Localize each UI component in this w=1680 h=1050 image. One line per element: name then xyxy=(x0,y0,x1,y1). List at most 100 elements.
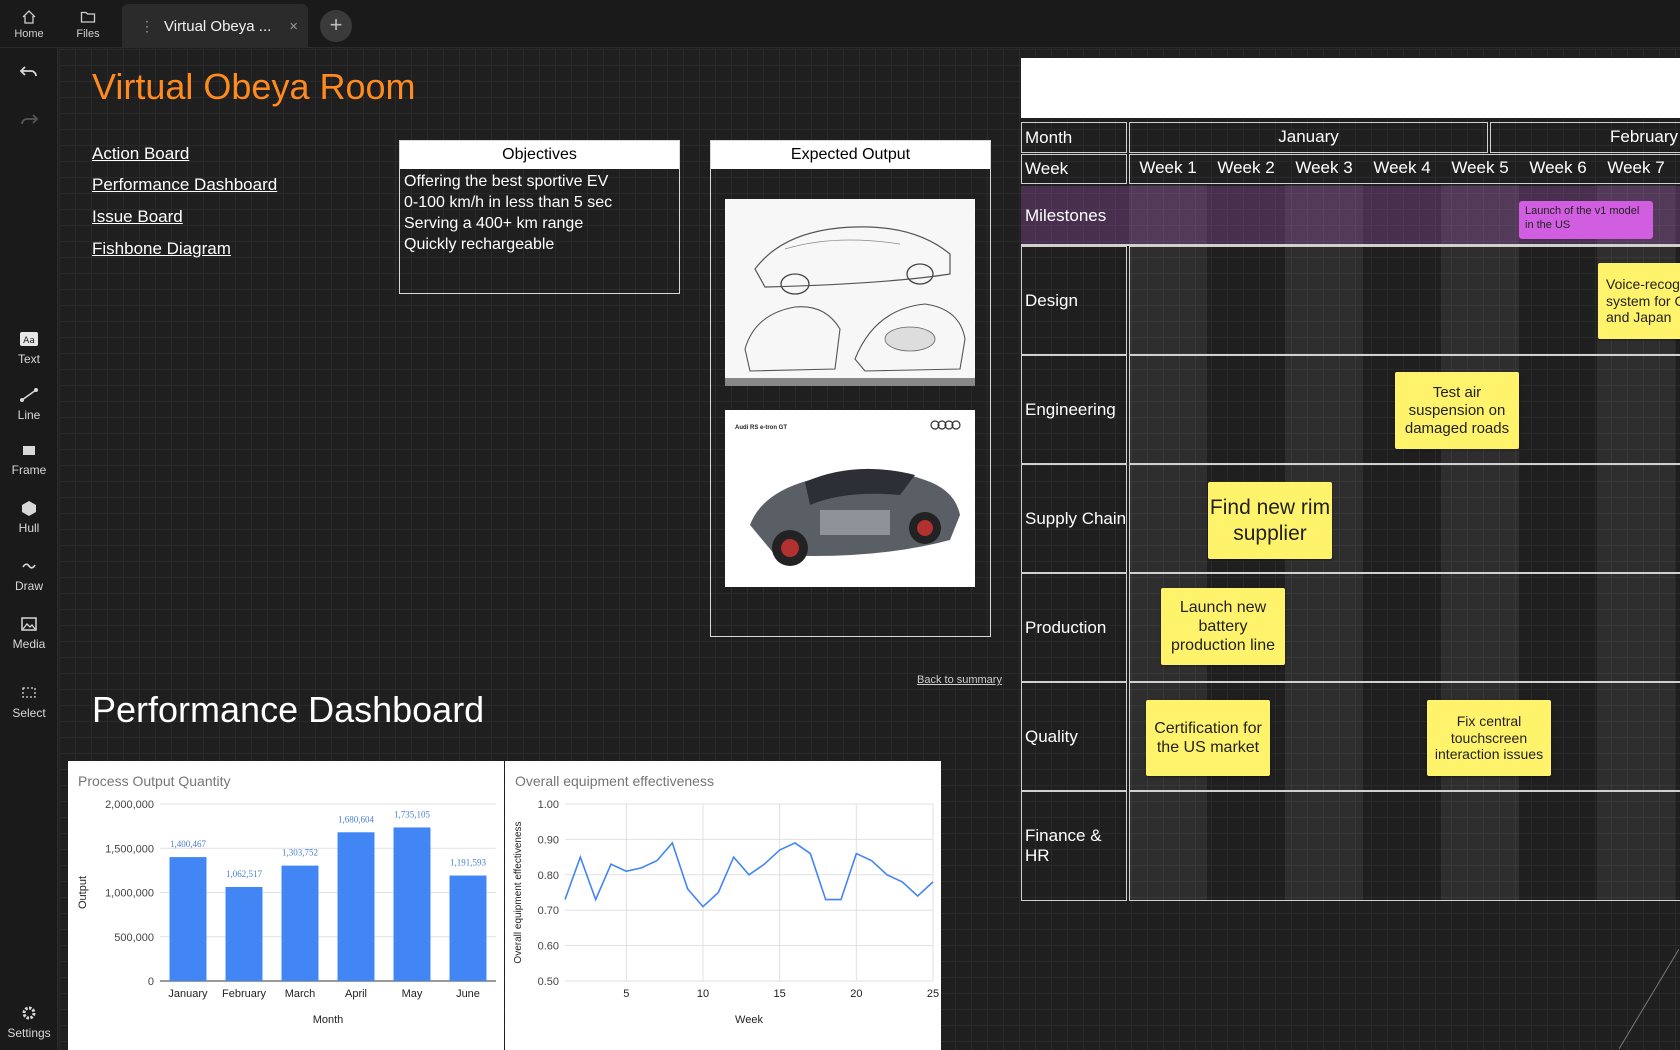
month-february: February xyxy=(1610,127,1679,146)
y-tick-label: 0.70 xyxy=(538,905,559,917)
render-caption: Audi RS e-tron GT xyxy=(735,425,787,431)
sticky-engineering-suspension[interactable]: Test air suspension on damaged roads xyxy=(1395,372,1519,449)
draw-icon xyxy=(22,563,36,569)
text-icon: Aa xyxy=(20,332,38,346)
bar-data-label: 1,680,604 xyxy=(338,814,375,824)
dashboard-title: Performance Dashboard xyxy=(92,689,485,730)
oee-line-chart: Overall equipment effectiveness 0.50 0.60 0… xyxy=(513,773,939,1026)
top-bar: Home Files ⋮ Virtual Obeya ... × + xyxy=(0,0,1680,48)
media-icon xyxy=(21,617,37,631)
link-action-board[interactable]: Action Board xyxy=(92,144,189,164)
objectives-card[interactable]: Objectives Offering the best sportive EV… xyxy=(399,140,680,294)
redo-icon xyxy=(21,114,39,125)
row-label-design: Design xyxy=(1025,290,1078,310)
media-tool[interactable]: Media xyxy=(0,614,58,651)
bar xyxy=(449,875,487,981)
bar-data-label: 1,062,517 xyxy=(226,869,263,879)
expected-output-header: Expected Output xyxy=(711,141,990,169)
tab-menu-icon[interactable]: ⋮ xyxy=(140,18,154,35)
y-tick-label: 0.50 xyxy=(538,976,559,988)
whiteboard-canvas[interactable]: Virtual Obeya Room Action Board Performa… xyxy=(59,49,1680,1050)
board-title-area[interactable] xyxy=(1021,58,1680,118)
y-tick-label: 0 xyxy=(148,976,154,988)
line-tool-label: Line xyxy=(17,408,41,422)
bar-data-label: 1,735,105 xyxy=(394,809,431,819)
link-issue-board[interactable]: Issue Board xyxy=(92,207,183,227)
y-tick-label: 1.00 xyxy=(538,799,559,811)
week-2: Week 2 xyxy=(1217,158,1275,177)
sticky-quality-certification[interactable]: Certification for the US market xyxy=(1146,700,1270,776)
undo-icon xyxy=(19,66,37,77)
sticky-quality-touchscreen[interactable]: Fix central touchscreen interaction issu… xyxy=(1427,700,1551,776)
select-tool-label: Select xyxy=(12,706,46,720)
y-axis-label: Output xyxy=(77,876,89,909)
oee-chart-panel[interactable]: Overall equipment effectiveness 0.50 0.60 0… xyxy=(505,761,941,1050)
y-tick-label: 500,000 xyxy=(114,932,154,944)
x-tick-label: 10 xyxy=(697,988,709,1000)
settings-button[interactable]: Settings xyxy=(0,1003,58,1040)
row-label-milestones: Milestones xyxy=(1025,205,1107,225)
y-tick-label: 2,000,000 xyxy=(105,799,154,811)
x-axis-label: Week xyxy=(735,1014,763,1026)
output-chart-panel[interactable]: Process Output Quantity 0 500,000 1,000,000… xyxy=(68,761,504,1050)
month-january: January xyxy=(1278,127,1339,146)
objective-item: Offering the best sportive EV xyxy=(404,173,609,190)
x-tick-label: April xyxy=(345,988,367,1000)
sticky-design-voice[interactable]: Voice-recognition system for China and J… xyxy=(1598,263,1680,339)
week-3: Week 3 xyxy=(1295,158,1353,177)
bar xyxy=(169,857,207,981)
week-4: Week 4 xyxy=(1373,158,1431,177)
line-icon xyxy=(20,388,38,402)
hull-tool[interactable]: Hull xyxy=(0,498,58,535)
y-tick-label: 1,000,000 xyxy=(105,888,154,900)
text-tool-label: Text xyxy=(17,352,40,366)
back-to-summary-link[interactable]: Back to summary xyxy=(917,674,1002,686)
undo-button[interactable] xyxy=(0,62,58,85)
row-label-engineering: Engineering xyxy=(1025,399,1116,419)
objective-item: Serving a 400+ km range xyxy=(404,215,584,232)
tab-close-button[interactable]: × xyxy=(289,18,298,35)
media-tool-label: Media xyxy=(12,637,46,651)
bar xyxy=(225,886,263,981)
x-tick-label: February xyxy=(222,988,267,1000)
row-label-quality: Quality xyxy=(1025,726,1078,746)
tool-sidebar: Aa Text Line Frame Hull Draw Media Selec… xyxy=(0,48,58,1050)
x-axis-label: Month xyxy=(313,1014,344,1026)
redo-button[interactable] xyxy=(0,110,58,133)
sticky-production-battery[interactable]: Launch new battery production line xyxy=(1161,588,1285,665)
x-tick-label: 25 xyxy=(927,988,939,1000)
link-performance-dashboard[interactable]: Performance Dashboard xyxy=(92,175,277,195)
car-sketch-image[interactable] xyxy=(725,199,975,386)
car-render-image[interactable]: Audi RS e-tron GT xyxy=(725,410,975,587)
files-button[interactable]: Files xyxy=(59,0,117,48)
week-7: Week 7 xyxy=(1607,158,1665,177)
chart-title: Overall equipment effectiveness xyxy=(515,773,714,789)
draw-tool[interactable]: Draw xyxy=(0,556,58,593)
row-label-supply-chain: Supply Chain xyxy=(1025,508,1127,528)
select-tool[interactable]: Select xyxy=(0,683,58,720)
y-axis-label: Overall equipment effectiveness xyxy=(513,821,524,963)
text-tool[interactable]: Aa Text xyxy=(0,329,58,366)
frame-tool[interactable]: Frame xyxy=(0,440,58,477)
line-tool[interactable]: Line xyxy=(0,385,58,422)
row-label-finance-hr: Finance & HR xyxy=(1025,826,1102,865)
home-icon xyxy=(22,9,36,24)
home-button[interactable]: Home xyxy=(0,0,58,48)
tab-virtual-obeya[interactable]: ⋮ Virtual Obeya ... × xyxy=(122,4,308,48)
row-cell-finance-hr xyxy=(1129,791,1680,901)
bar-data-label: 1,303,752 xyxy=(282,848,318,858)
objectives-header: Objectives xyxy=(400,141,679,169)
chart-title: Process Output Quantity xyxy=(78,773,231,789)
sticky-supply-rim[interactable]: Find new rim supplier xyxy=(1208,482,1332,559)
home-label: Home xyxy=(14,27,44,40)
link-fishbone-diagram[interactable]: Fishbone Diagram xyxy=(92,239,231,259)
x-tick-label: May xyxy=(402,988,423,1000)
add-tab-button[interactable]: + xyxy=(320,10,352,42)
tab-label: Virtual Obeya ... xyxy=(164,17,272,35)
x-tick-label: January xyxy=(168,988,208,1000)
sticky-milestone-launch[interactable]: Launch of the v1 model in the US xyxy=(1519,201,1653,239)
gear-icon xyxy=(22,1006,36,1020)
hull-tool-label: Hull xyxy=(18,521,40,535)
bar xyxy=(337,832,375,981)
settings-label: Settings xyxy=(7,1026,51,1040)
